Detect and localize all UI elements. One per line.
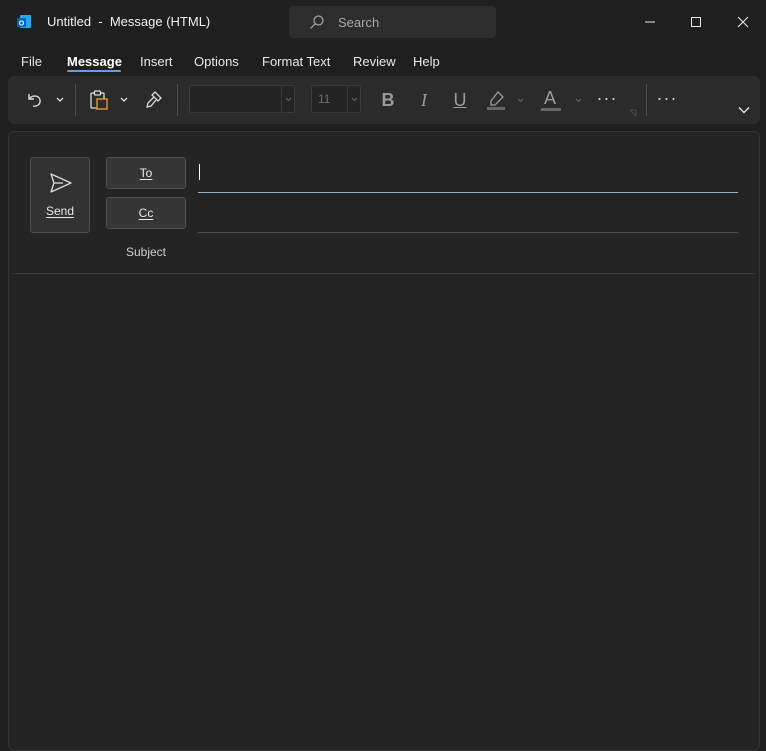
menu-message[interactable]: Message (67, 54, 122, 69)
paste-button[interactable] (86, 88, 112, 112)
compose-pane: Send To Cc Subject (8, 131, 760, 751)
menu-insert[interactable]: Insert (140, 54, 173, 69)
svg-text:O: O (19, 21, 25, 28)
active-tab-indicator (67, 70, 121, 72)
minimize-icon (645, 21, 655, 23)
highlight-dropdown[interactable] (515, 92, 525, 108)
dialog-launcher-icon (629, 109, 637, 117)
chevron-down-icon (517, 98, 523, 102)
cc-field-underline (198, 232, 738, 233)
text-caret (199, 164, 200, 180)
maximize-button[interactable] (682, 8, 710, 36)
highlight-icon (487, 91, 505, 110)
ribbon-separator (75, 84, 76, 116)
expand-ribbon-button[interactable] (734, 102, 754, 118)
bold-button[interactable]: B (376, 88, 400, 112)
underline-button[interactable]: U (448, 88, 472, 112)
close-button[interactable] (729, 8, 757, 36)
menu-review[interactable]: Review (353, 54, 396, 69)
italic-icon: I (421, 89, 427, 110)
maximize-icon (691, 17, 701, 27)
ribbon-separator (177, 84, 178, 116)
chevron-down-icon (285, 97, 291, 101)
font-color-button[interactable]: A (538, 85, 564, 115)
more-basic-text-button[interactable]: ··· (594, 86, 620, 110)
expand-ribbon-icon (738, 107, 750, 114)
paste-dropdown[interactable] (118, 92, 130, 108)
format-painter-icon (146, 91, 162, 108)
font-size-combo[interactable]: 11 (311, 85, 361, 113)
undo-dropdown[interactable] (54, 92, 66, 108)
font-name-dropdown[interactable] (281, 86, 294, 112)
chevron-down-icon (351, 97, 357, 101)
menu-format-text[interactable]: Format Text (262, 54, 330, 69)
close-icon (737, 16, 749, 28)
format-painter-button[interactable] (142, 88, 166, 112)
underline-icon: U (453, 89, 467, 110)
search-box[interactable]: Search (289, 6, 496, 38)
send-icon (50, 173, 72, 193)
cc-field[interactable] (198, 198, 738, 232)
chevron-down-icon (575, 98, 581, 102)
bold-icon: B (381, 89, 395, 110)
font-color-swatch (541, 108, 561, 111)
paste-icon (90, 90, 108, 110)
to-field-underline (198, 192, 738, 193)
menu-options[interactable]: Options (194, 54, 239, 69)
minimize-button[interactable] (636, 8, 664, 36)
undo-button[interactable] (22, 88, 46, 112)
font-size-dropdown[interactable] (347, 86, 360, 112)
menu-help[interactable]: Help (413, 54, 440, 69)
more-icon: ··· (656, 87, 678, 108)
send-label: Send (45, 204, 75, 218)
chevron-down-icon (56, 97, 64, 102)
message-body[interactable] (13, 274, 755, 744)
more-icon: ··· (596, 87, 618, 108)
undo-icon (28, 94, 41, 107)
more-commands-button[interactable]: ··· (654, 86, 680, 110)
window-title: Untitled - Message (HTML) (47, 14, 211, 29)
menu-file[interactable]: File (21, 54, 42, 69)
highlight-button[interactable] (484, 87, 508, 113)
font-color-icon: A (544, 88, 557, 108)
to-button[interactable]: To (106, 157, 186, 189)
font-color-dropdown[interactable] (573, 92, 583, 108)
dialog-launcher[interactable] (628, 108, 638, 118)
font-name-combo[interactable] (189, 85, 295, 113)
send-button[interactable]: Send (30, 157, 90, 233)
italic-button[interactable]: I (412, 88, 436, 112)
ribbon: 11 B I U A ··· ··· (8, 76, 760, 124)
title-bar: O Untitled - Message (HTML) Search (0, 0, 766, 44)
search-icon (310, 15, 324, 29)
cc-button[interactable]: Cc (106, 197, 186, 229)
subject-field[interactable] (198, 238, 738, 268)
outlook-icon: O (17, 15, 31, 28)
search-placeholder: Search (338, 15, 380, 30)
ribbon-separator (646, 84, 647, 116)
subject-label: Subject (125, 245, 167, 259)
chevron-down-icon (120, 97, 128, 102)
font-size-value: 11 (318, 92, 331, 106)
to-field[interactable] (198, 158, 738, 192)
